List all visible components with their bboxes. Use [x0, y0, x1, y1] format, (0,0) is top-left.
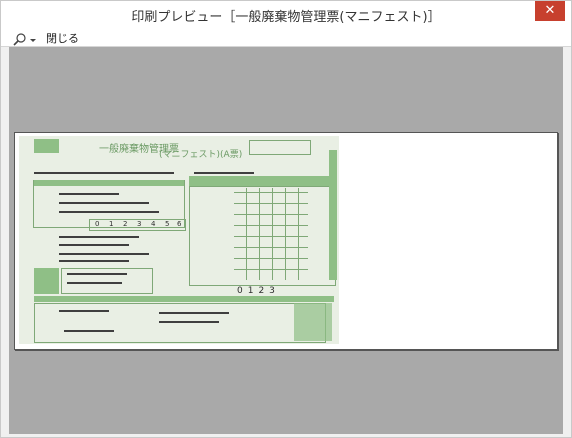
toolbar: 閉じる: [1, 29, 571, 47]
quantity-code: 0123: [237, 286, 280, 296]
number-digit: 4: [151, 220, 156, 228]
window-close-button[interactable]: ✕: [535, 1, 565, 21]
print-preview-window: 印刷プレビュー［一般廃棄物管理票(マニフェスト)］ ✕ 閉じる 一般廃棄物管理票…: [0, 0, 572, 438]
zoom-dropdown[interactable]: [13, 31, 41, 46]
close-icon: ✕: [544, 3, 556, 18]
manifest-form-image: 一般廃棄物管理票 (マニフェスト)(A票) 0 1 2 3 4 5 6 0123: [19, 136, 339, 344]
header-box: [249, 140, 311, 155]
form-subtitle: (マニフェスト)(A票): [159, 150, 243, 160]
number-digit: 1: [109, 220, 114, 228]
preview-page: 一般廃棄物管理票 (マニフェスト)(A票) 0 1 2 3 4 5 6 0123: [14, 132, 558, 350]
number-digit: 5: [165, 220, 170, 228]
number-digit: 2: [123, 220, 128, 228]
magnifier-icon: [13, 33, 36, 46]
title-bar: 印刷プレビュー［一般廃棄物管理票(マニフェスト)］ ✕: [1, 1, 571, 29]
number-digit: 3: [137, 220, 142, 228]
form-tag: [34, 139, 59, 153]
window-title: 印刷プレビュー［一般廃棄物管理票(マニフェスト)］: [131, 10, 441, 25]
collector-section: [34, 303, 326, 343]
close-button[interactable]: 閉じる: [46, 30, 79, 46]
number-digit: 6: [177, 220, 182, 228]
preview-area[interactable]: 一般廃棄物管理票 (マニフェスト)(A票) 0 1 2 3 4 5 6 0123: [9, 47, 563, 434]
number-digit: 0: [95, 220, 100, 228]
